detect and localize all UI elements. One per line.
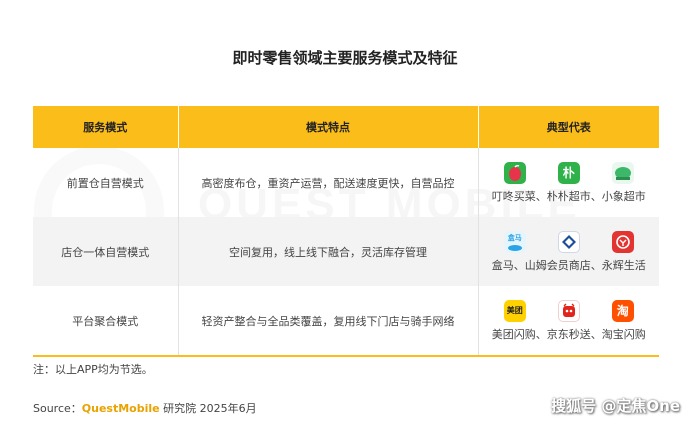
header-representatives: 典型代表 <box>478 106 659 148</box>
reps-text: 美团闪购、京东秒送、淘宝闪购 <box>491 327 646 341</box>
table-row: 店仓一体自营模式 空间复用，线上线下融合，灵活库存管理 盒马 盒马、山姆会员商店… <box>33 217 659 286</box>
taobao-icon: 淘 <box>611 299 634 322</box>
yonghui-icon <box>611 230 634 253</box>
dingdong-icon <box>503 161 526 184</box>
footnote: 注：以上APP均为节选。 <box>33 363 153 376</box>
header-service-mode: 服务模式 <box>33 106 179 148</box>
pupu-icon: 朴 <box>557 161 580 184</box>
source-prefix: Source： <box>33 402 82 415</box>
reps-text: 盒马、山姆会员商店、永辉生活 <box>491 258 646 272</box>
cell-mode: 前置仓自营模式 <box>33 148 179 217</box>
header-mode-features: 模式特点 <box>178 106 479 148</box>
source-line: Source：QuestMobile 研究院 2025年6月 <box>33 400 257 416</box>
hema-icon-label: 盒马 <box>507 233 522 242</box>
bottom-divider <box>33 355 659 357</box>
cell-feature: 高密度布仓，重资产运营，配送速度更快，自营品控 <box>178 148 479 217</box>
cell-feature: 空间复用，线上线下融合，灵活库存管理 <box>178 217 479 286</box>
reps-text: 叮咚买菜、朴朴超市、小象超市 <box>491 189 646 203</box>
cell-reps: 朴 叮咚买菜、朴朴超市、小象超市 <box>478 148 659 217</box>
xiaoxiang-icon <box>611 161 634 184</box>
source-suffix: 研究院 2025年6月 <box>159 402 257 415</box>
page-title: 即时零售领域主要服务模式及特征 <box>232 49 458 67</box>
credit-watermark: 搜狐号 @定焦One <box>551 397 680 415</box>
hema-icon: 盒马 <box>503 230 526 253</box>
source-brand: QuestMobile <box>81 402 160 415</box>
cell-mode: 店仓一体自营模式 <box>33 217 179 286</box>
table-row: 前置仓自营模式 高密度布仓，重资产运营，配送速度更快，自营品控 朴 叮咚买菜、朴… <box>33 148 659 217</box>
sams-icon <box>557 230 580 253</box>
table-header-row: 服务模式 模式特点 典型代表 <box>33 106 659 148</box>
service-mode-table: 服务模式 模式特点 典型代表 前置仓自营模式 高密度布仓，重资产运营，配送速度更… <box>33 106 659 355</box>
cell-mode: 平台聚合模式 <box>33 286 179 355</box>
cell-reps: 盒马 盒马、山姆会员商店、永辉生活 <box>478 217 659 286</box>
meituan-icon: 美团 <box>503 299 526 322</box>
cell-reps: 美团 淘 美团闪购、京东秒送、淘宝闪购 <box>478 286 659 355</box>
table-row: 平台聚合模式 轻资产整合与全品类覆盖，复用线下门店与骑手网络 美团 淘 美团闪购… <box>33 286 659 355</box>
jd-icon <box>557 299 580 322</box>
cell-feature: 轻资产整合与全品类覆盖，复用线下门店与骑手网络 <box>178 286 479 355</box>
